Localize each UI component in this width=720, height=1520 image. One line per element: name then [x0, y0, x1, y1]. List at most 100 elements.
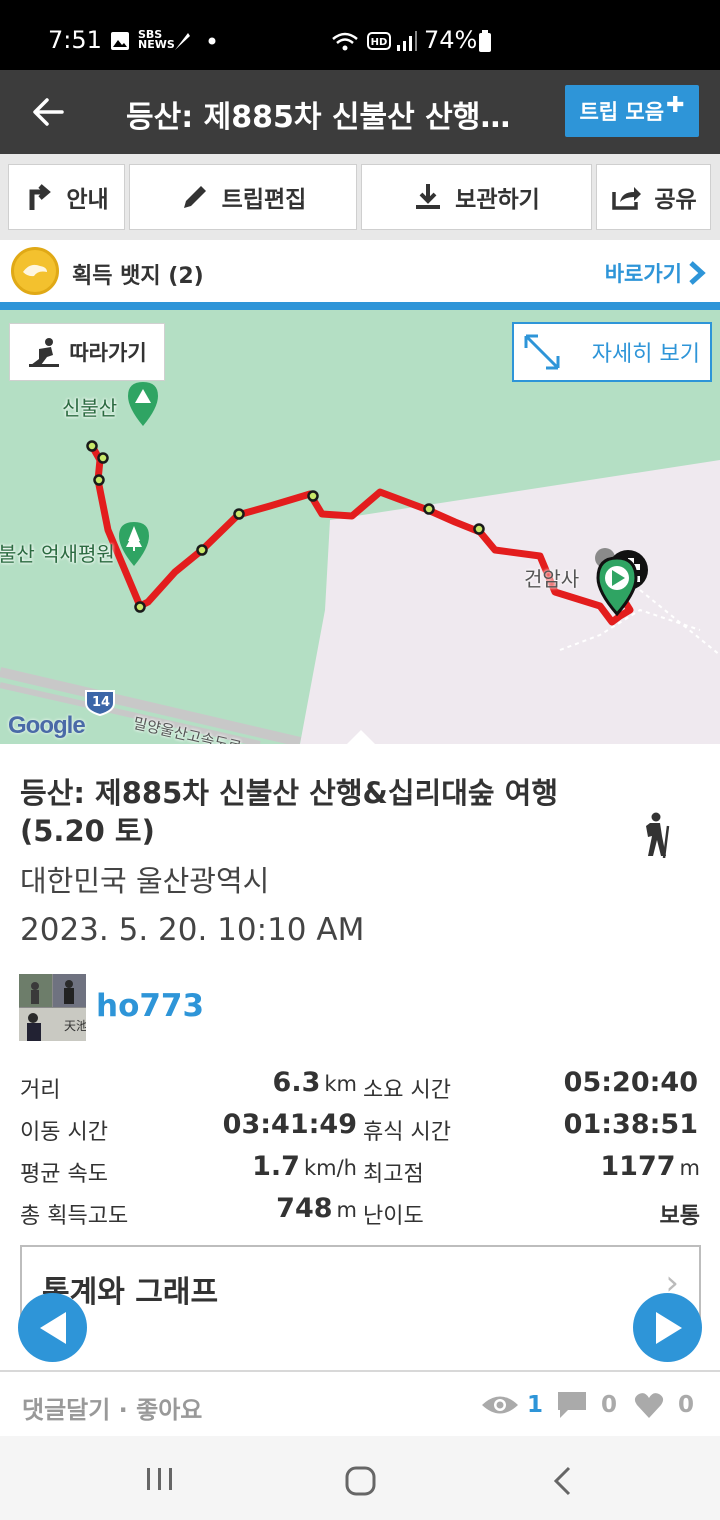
rest-time-value: 01:38:51 — [563, 1109, 698, 1140]
distance-unit: km — [324, 1072, 357, 1096]
avatar[interactable]: 天池 — [19, 974, 86, 1041]
system-navigation-bar — [0, 1436, 720, 1520]
max-altitude-number: 1177 — [600, 1151, 676, 1182]
play-left-icon — [39, 1311, 66, 1344]
guide-label: 안내 — [66, 187, 109, 213]
heart-icon — [634, 1393, 664, 1418]
play-right-icon — [655, 1311, 682, 1344]
difficulty-label: 난이도 — [363, 1204, 424, 1229]
max-altitude-unit: m — [679, 1156, 700, 1180]
medal-icon — [11, 247, 59, 295]
map-label-plain: 불산 억새평원 — [0, 542, 115, 566]
distance-label: 거리 — [20, 1078, 61, 1103]
system-back-icon[interactable] — [552, 1466, 574, 1496]
max-altitude-label: 최고점 — [363, 1162, 424, 1187]
follow-label: 따라가기 — [69, 341, 147, 365]
peak-marker-icon — [128, 382, 158, 426]
share-button[interactable]: 공유 — [596, 164, 711, 230]
home-icon[interactable] — [345, 1466, 377, 1496]
hiker-icon — [29, 338, 60, 367]
duration-label: 소요 시간 — [363, 1078, 451, 1103]
battery-icon — [478, 30, 492, 52]
badge-link[interactable]: 바로가기 — [605, 258, 708, 288]
feather-icon — [172, 30, 192, 52]
eye-icon — [482, 1396, 518, 1414]
username-link[interactable]: ho773 — [96, 988, 204, 1024]
expand-icon — [524, 334, 560, 370]
app-header: 등산: 제885차 신불산 산행… 트립 모음 ✚ — [0, 70, 720, 154]
divider-accent — [0, 302, 720, 310]
signal-icon — [395, 30, 417, 52]
trip-title: 등산: 제885차 신불산 산행&십리대숲 여행(5.20 토) — [20, 776, 559, 848]
moving-time-label: 이동 시간 — [20, 1120, 108, 1145]
next-button[interactable] — [633, 1293, 702, 1362]
edit-trip-button[interactable]: 트립편집 — [129, 164, 357, 230]
chevron-right-icon — [689, 261, 706, 285]
turn-icon — [29, 184, 52, 210]
map-pointer — [346, 730, 376, 745]
like-count: 0 — [678, 1392, 695, 1418]
view-count: 1 — [527, 1392, 544, 1418]
elevation-gain-value: 748 m — [200, 1193, 357, 1224]
recent-apps-icon[interactable] — [145, 1466, 175, 1492]
save-label: 보관하기 — [455, 187, 540, 213]
difficulty-value: 보통 — [659, 1204, 700, 1229]
comment-like-link[interactable]: 댓글달기 · 좋아요 — [22, 1390, 202, 1425]
back-arrow-icon[interactable] — [30, 94, 66, 130]
battery-percent: 74% — [424, 26, 478, 54]
avg-speed-unit: km/h — [303, 1156, 357, 1180]
plus-icon: ✚ — [666, 92, 685, 118]
detail-view-button[interactable]: 자세히 보기 — [512, 322, 712, 382]
trip-location: 대한민국 울산광역시 — [20, 864, 270, 898]
trip-datetime: 2023. 5. 20. 10:10 AM — [20, 912, 365, 948]
distance-value: 6.3 km — [200, 1067, 357, 1098]
map-label-peak: 신불산 — [62, 396, 118, 420]
previous-button[interactable] — [18, 1293, 87, 1362]
google-logo: Google — [8, 712, 86, 739]
elevation-gain-unit: m — [336, 1198, 357, 1222]
badge-link-label: 바로가기 — [604, 262, 682, 286]
map-label-temple: 건암사 — [524, 567, 580, 591]
map-label-route-num: 14 — [92, 695, 111, 710]
status-time: 7:51 — [48, 26, 102, 54]
detail-view-label: 자세히 보기 — [591, 342, 700, 367]
social-footer: 댓글달기 · 좋아요 1 0 0 — [0, 1370, 720, 1436]
moving-time-value: 03:41:49 — [222, 1109, 357, 1140]
elevation-gain-label: 총 획득고도 — [20, 1204, 129, 1229]
comment-count: 0 — [601, 1392, 618, 1418]
elevation-gain-number: 748 — [276, 1193, 333, 1224]
edit-trip-label: 트립편집 — [221, 187, 307, 213]
trip-collection-button[interactable]: 트립 모음 ✚ — [565, 85, 699, 137]
distance-number: 6.3 — [272, 1067, 321, 1098]
avg-speed-value: 1.7 km/h — [200, 1151, 357, 1182]
sbs-news-icon: SBS NEWS — [138, 28, 175, 51]
dot-icon — [208, 30, 216, 52]
badge-label: 획득 뱃지 (2) — [72, 264, 204, 289]
stats-graph-link[interactable]: 통계와 그래프 › — [20, 1245, 701, 1323]
duration-value: 05:20:40 — [563, 1067, 698, 1098]
trip-collection-label: 트립 모음 — [579, 100, 665, 124]
avg-speed-label: 평균 속도 — [20, 1162, 108, 1187]
status-bar: 7:51 SBS NEWS HD 74% — [0, 0, 720, 70]
svg-text:HD: HD — [371, 37, 388, 48]
max-altitude-value: 1177 m — [520, 1151, 700, 1182]
wifi-icon — [331, 30, 359, 52]
hiking-activity-icon — [646, 812, 670, 858]
download-icon — [416, 184, 441, 209]
guide-button[interactable]: 안내 — [8, 164, 125, 230]
image-icon — [110, 30, 130, 52]
rest-time-label: 휴식 시간 — [363, 1120, 451, 1145]
hd-icon: HD — [367, 30, 391, 52]
avg-speed-number: 1.7 — [252, 1151, 300, 1182]
share-label: 공유 — [654, 187, 697, 213]
comment-icon — [558, 1392, 586, 1418]
follow-button[interactable]: 따라가기 — [9, 323, 165, 381]
save-button[interactable]: 보관하기 — [361, 164, 592, 230]
route-map[interactable]: 신불산 불산 억새평원 건암사 밀양울산고속도로 14 Google 따라가기 … — [0, 310, 720, 744]
badge-row[interactable]: 획득 뱃지 (2) 바로가기 — [0, 240, 720, 302]
pencil-icon — [183, 186, 206, 208]
share-icon — [612, 187, 642, 210]
action-toolbar: 안내 트립편집 보관하기 공유 — [0, 154, 720, 240]
svg-text:天池: 天池 — [64, 1019, 86, 1033]
page-title: 등산: 제885차 신불산 산행… — [126, 100, 511, 135]
